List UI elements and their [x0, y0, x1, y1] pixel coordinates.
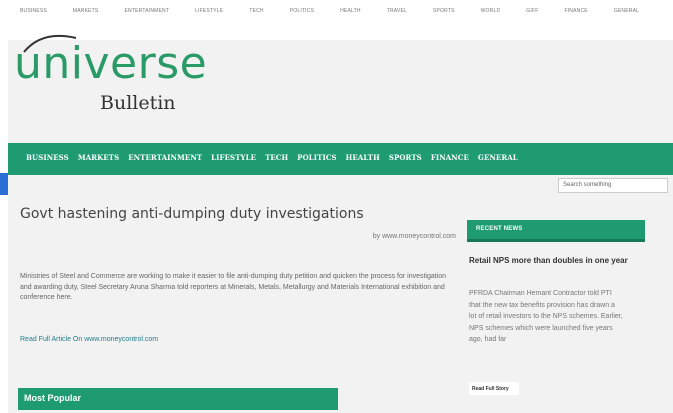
top-nav-link[interactable]: SPORTS — [433, 8, 455, 14]
top-nav-link[interactable]: ENTERTAINMENT — [124, 8, 169, 14]
recent-news-excerpt: PFRDA Chairman Hemant Contractor told PT… — [469, 290, 623, 343]
top-nav: BUSINESS MARKETS ENTERTAINMENT LIFESTYLE… — [20, 8, 640, 14]
top-nav-link[interactable]: BUSINESS — [20, 8, 47, 14]
top-nav-link[interactable]: MARKETS — [73, 8, 99, 14]
main-nav-health[interactable]: HEALTH — [346, 153, 380, 162]
main-nav-markets[interactable]: MARKETS — [78, 153, 119, 162]
main-nav-business[interactable]: BUSINESS — [26, 153, 69, 162]
read-full-story-button[interactable]: Read Full Story — [469, 382, 519, 395]
top-nav-link[interactable]: POLITICS — [290, 8, 314, 14]
article: Govt hastening anti-dumping duty investi… — [8, 200, 460, 413]
top-nav-link[interactable]: GIFF — [526, 8, 538, 14]
main-nav-finance[interactable]: FINANCE — [431, 153, 469, 162]
logo-subtitle: Bulletin — [100, 92, 176, 114]
top-nav-link[interactable]: TECH — [249, 8, 263, 14]
sidebar: RECENT NEWS Retail NPS more than doubles… — [467, 200, 647, 413]
main-nav: BUSINESS MARKETS ENTERTAINMENT LIFESTYLE… — [26, 153, 518, 162]
main-nav-entertainment[interactable]: ENTERTAINMENT — [128, 153, 202, 162]
top-nav-link[interactable]: TRAVEL — [387, 8, 407, 14]
read-full-article-link[interactable]: Read Full Article On www.moneycontrol.co… — [20, 336, 158, 343]
main-nav-tech[interactable]: TECH — [265, 153, 288, 162]
main-nav-politics[interactable]: POLITICS — [297, 153, 336, 162]
recent-news-header: RECENT NEWS — [467, 220, 645, 242]
article-body: Ministries of Steel and Commerce are wor… — [20, 273, 447, 301]
top-nav-link[interactable]: GENERAL — [614, 8, 639, 14]
top-nav-link[interactable]: HEALTH — [340, 8, 361, 14]
main-nav-general[interactable]: GENERAL — [478, 153, 518, 162]
most-popular-label: Most Popular — [24, 393, 82, 403]
recent-news-title[interactable]: Retail NPS more than doubles in one year — [469, 255, 639, 267]
main-nav-sports[interactable]: SPORTS — [389, 153, 422, 162]
side-accent-bar — [0, 173, 8, 195]
logo-word: universe — [14, 38, 208, 89]
most-popular-header: Most Popular — [18, 388, 338, 410]
top-nav-link[interactable]: FINANCE — [564, 8, 587, 14]
article-byline: by www.moneycontrol.com — [372, 233, 456, 240]
main-nav-lifestyle[interactable]: LIFESTYLE — [211, 153, 256, 162]
top-nav-link[interactable]: WORLD — [481, 8, 501, 14]
recent-news-label: RECENT NEWS — [476, 226, 523, 232]
top-nav-link[interactable]: LIFESTYLE — [195, 8, 223, 14]
site-logo[interactable]: universe Bulletin — [14, 32, 214, 132]
search-input[interactable]: Search something — [558, 178, 668, 193]
article-title[interactable]: Govt hastening anti-dumping duty investi… — [20, 206, 364, 222]
main-nav-bar: BUSINESS MARKETS ENTERTAINMENT LIFESTYLE… — [8, 143, 673, 175]
